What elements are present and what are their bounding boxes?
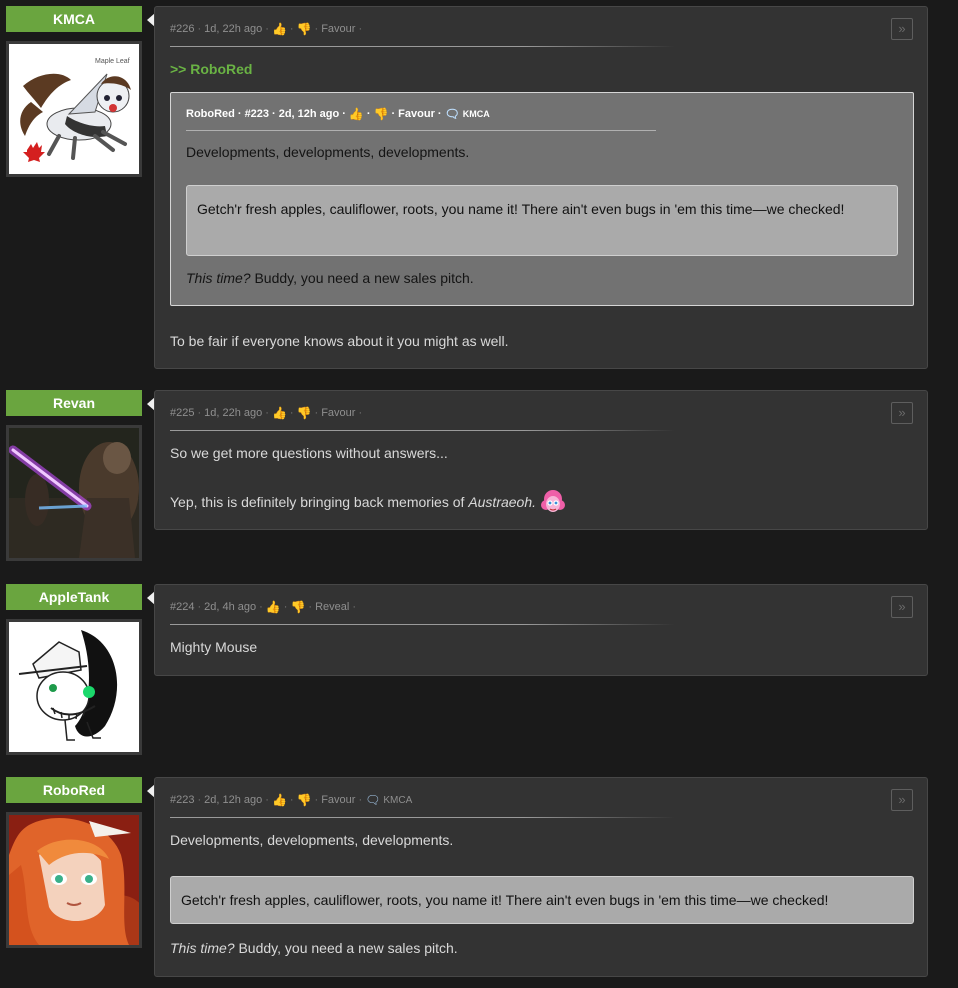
comment-card: #224 · 2d, 4h ago · 👍 · 👎 · Reveal · » M… (154, 584, 928, 676)
comment-text: Mighty Mouse (170, 639, 258, 655)
thumbs-down-icon[interactable]: 👎 (374, 107, 389, 121)
divider (170, 817, 675, 818)
divider (170, 46, 675, 47)
comment-meta: #224 · 2d, 4h ago · 👍 · 👎 · Reveal · (170, 600, 356, 614)
comment-id[interactable]: #224 (170, 601, 194, 613)
plain-text: Yep, this is definitely bringing back me… (170, 494, 469, 510)
thumbs-down-icon[interactable]: 👎 (297, 22, 312, 36)
quoted-author[interactable]: RoboRed (186, 108, 235, 120)
author-column: Revan (6, 390, 142, 561)
quoted-meta: RoboRed · #223 · 2d, 12h ago · 👍 · 👎 · F… (186, 107, 490, 121)
jump-button[interactable]: » (891, 789, 913, 811)
avatar[interactable]: Maple Leaf (6, 41, 142, 177)
blockquote-text: Getch'r fresh apples, cauliflower, roots… (197, 201, 845, 217)
author-name-link[interactable]: Revan (6, 390, 142, 416)
reply-user-link[interactable]: KMCA (463, 109, 490, 119)
thumbs-up-icon[interactable]: 👍 (272, 22, 287, 36)
quoted-id[interactable]: #223 (245, 108, 269, 120)
avatar[interactable] (6, 425, 142, 561)
quoted-time: 2d, 12h ago (278, 108, 340, 120)
author-column: KMCA Maple Leaf (6, 6, 142, 177)
blockquote: Getch'r fresh apples, cauliflower, roots… (186, 185, 898, 256)
comment-meta: #226 · 1d, 22h ago · 👍 · 👎 · Favour · (170, 22, 363, 36)
thumbs-down-icon[interactable]: 👎 (290, 600, 305, 614)
plain-text: Buddy, you need a new sales pitch. (234, 940, 458, 956)
jump-button[interactable]: » (891, 18, 913, 40)
divider (170, 430, 675, 431)
comment-text: So we get more questions without answers… (170, 445, 448, 461)
italic-text: This time? (170, 940, 235, 956)
reveal-link[interactable]: Reveal (315, 601, 349, 613)
quoted-text: Developments, developments, developments… (186, 144, 470, 160)
quoted-text: This time? Buddy, you need a new sales p… (186, 270, 474, 286)
double-chevron-right-icon: » (898, 405, 906, 420)
comment-meta: #225 · 1d, 22h ago · 👍 · 👎 · Favour · (170, 406, 363, 420)
avatar[interactable] (6, 812, 142, 948)
double-chevron-right-icon: » (898, 792, 906, 807)
comment-time: 2d, 12h ago (204, 794, 263, 806)
author-name-link[interactable]: AppleTank (6, 584, 142, 610)
comment-text: This time? Buddy, you need a new sales p… (170, 940, 458, 956)
comment-meta: #223 · 2d, 12h ago · 👍 · 👎 · Favour · 🗨 … (170, 793, 413, 807)
italic-text: Austraeoh. (468, 494, 537, 510)
comment-text: To be fair if everyone knows about it yo… (170, 333, 509, 349)
comment-id[interactable]: #223 (170, 794, 194, 806)
reply-user-link[interactable]: KMCA (383, 795, 412, 806)
pinkie-pie-emote-icon (541, 490, 566, 512)
reply-to-link[interactable]: >> RoboRed (170, 61, 252, 77)
avatar-image (9, 428, 139, 558)
thumbs-up-icon[interactable]: 👍 (349, 107, 364, 121)
comment-card: #226 · 1d, 22h ago · 👍 · 👎 · Favour · » … (154, 6, 928, 369)
double-chevron-right-icon: » (898, 21, 906, 36)
svg-text:Maple Leaf: Maple Leaf (95, 58, 130, 65)
avatar-image (9, 815, 139, 945)
comment-time: 1d, 22h ago (204, 407, 263, 419)
favour-link[interactable]: Favour (321, 407, 355, 419)
quoted-comment: RoboRed · #223 · 2d, 12h ago · 👍 · 👎 · F… (170, 92, 914, 306)
comment-card: #223 · 2d, 12h ago · 👍 · 👎 · Favour · 🗨 … (154, 777, 928, 977)
thumbs-up-icon[interactable]: 👍 (272, 793, 287, 807)
jump-button[interactable]: » (891, 402, 913, 424)
comment-card: #225 · 1d, 22h ago · 👍 · 👎 · Favour · » … (154, 390, 928, 530)
favour-link[interactable]: Favour (321, 23, 355, 35)
comment-text: Yep, this is definitely bringing back me… (170, 489, 566, 515)
author-name-link[interactable]: KMCA (6, 6, 142, 32)
author-column: AppleTank (6, 584, 142, 755)
blockquote-text: Getch'r fresh apples, cauliflower, roots… (181, 892, 829, 908)
comment-text: Developments, developments, developments… (170, 832, 454, 848)
comment-id[interactable]: #226 (170, 23, 194, 35)
author-column: RoboRed (6, 777, 142, 948)
reply-reference: >> RoboRed (170, 61, 252, 77)
thumbs-down-icon[interactable]: 👎 (297, 406, 312, 420)
divider (170, 624, 675, 625)
italic-text: This time? (186, 270, 251, 286)
comment-time: 2d, 4h ago (204, 601, 257, 613)
comment-time: 1d, 22h ago (204, 23, 263, 35)
comment-id[interactable]: #225 (170, 407, 194, 419)
thumbs-up-icon[interactable]: 👍 (272, 406, 287, 420)
avatar[interactable] (6, 619, 142, 755)
speech-bubble-icon: 🗨 (365, 793, 381, 807)
avatar-image (9, 622, 139, 752)
avatar-image: Maple Leaf (9, 44, 139, 174)
speech-bubble-icon: 🗨 (444, 107, 460, 121)
author-name-link[interactable]: RoboRed (6, 777, 142, 803)
plain-text: Buddy, you need a new sales pitch. (250, 270, 474, 286)
thumbs-up-icon[interactable]: 👍 (266, 600, 281, 614)
jump-button[interactable]: » (891, 596, 913, 618)
favour-link[interactable]: Favour (398, 108, 435, 120)
double-chevron-right-icon: » (898, 599, 906, 614)
blockquote: Getch'r fresh apples, cauliflower, roots… (170, 876, 914, 924)
divider (186, 130, 656, 131)
favour-link[interactable]: Favour (321, 794, 355, 806)
thumbs-down-icon[interactable]: 👎 (297, 793, 312, 807)
